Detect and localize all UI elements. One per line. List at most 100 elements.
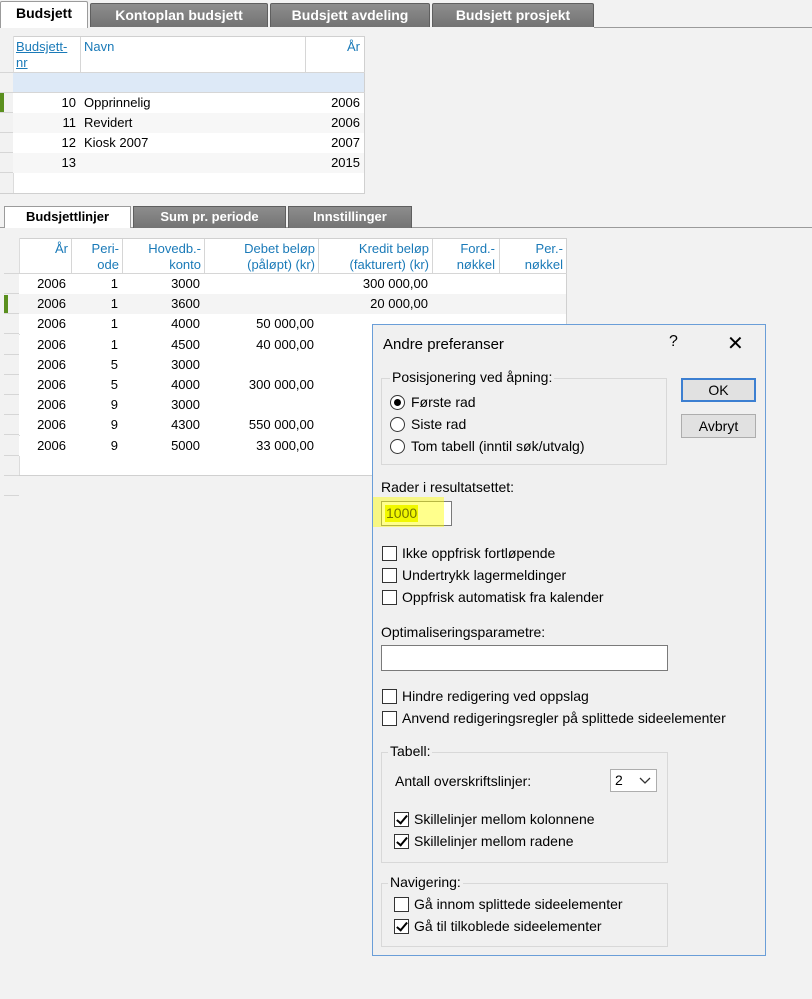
- cell-debet: 300 000,00: [248, 377, 314, 392]
- radio-last-row-label: Siste rad: [411, 416, 467, 432]
- cell-ar: 2006: [37, 437, 66, 453]
- cell-konto: 4300: [171, 417, 200, 433]
- cell-ar: 2006: [37, 397, 66, 413]
- dialog-title: Andre preferanser: [383, 336, 504, 353]
- header-per-nokkel[interactable]: Per.- nøkkel: [501, 241, 563, 273]
- cell-periode: 1: [110, 276, 118, 291]
- cell-nr: 11: [62, 115, 77, 130]
- nav-group-label: Navigering:: [388, 874, 463, 890]
- cell-nr: 12: [61, 135, 76, 150]
- cell-periode: 9: [110, 397, 118, 413]
- cell-nr: 10: [61, 95, 76, 110]
- cell-ar: 2006: [37, 417, 66, 433]
- cell-ar: 2006: [331, 95, 360, 110]
- chk-split-label: Gå innom splittede sideelementer: [414, 896, 623, 912]
- cell-ar: 2015: [331, 155, 360, 170]
- chk-suppress-label: Undertrykk lagermeldinger: [402, 567, 567, 583]
- tab-innstillinger[interactable]: Innstillinger: [288, 206, 412, 228]
- cell-konto: 3000: [171, 356, 200, 372]
- chk-apply-rules[interactable]: [382, 711, 397, 726]
- nav-group: [381, 883, 668, 947]
- cell-navn: Kiosk 2007: [84, 135, 149, 150]
- chk-prevent-edit-label: Hindre redigering ved oppslag: [402, 688, 589, 704]
- chk-prevent-edit[interactable]: [382, 689, 397, 704]
- radio-empty-table[interactable]: [390, 439, 405, 454]
- chevron-down-icon: [639, 777, 651, 784]
- chk-row-lines-label: Skillelinjer mellom radene: [414, 833, 574, 849]
- tab-budsjett[interactable]: Budsjett: [0, 1, 88, 28]
- cell-kredit: 300 000,00: [362, 276, 428, 291]
- cell-kredit: 20 000,00: [370, 296, 428, 312]
- cell-navn: Revidert: [84, 115, 133, 130]
- header-ar[interactable]: År: [310, 39, 360, 55]
- rows-label: Rader i resultatsettet:: [381, 479, 515, 495]
- cell-ar: 2006: [37, 276, 66, 291]
- current-line-marker: [4, 295, 8, 314]
- cell-konto: 5000: [171, 437, 200, 453]
- new-row[interactable]: [13, 73, 364, 92]
- opt-input[interactable]: [381, 645, 668, 671]
- cell-ar: 2007: [331, 135, 360, 150]
- header-ford-nokkel[interactable]: Ford.- nøkkel: [434, 241, 495, 273]
- cell-ar: 2006: [37, 356, 66, 372]
- cell-konto: 4000: [171, 377, 200, 392]
- chk-calendar[interactable]: [382, 590, 397, 605]
- chk-no-refresh-label: Ikke oppfrisk fortløpende: [402, 545, 556, 561]
- cell-periode: 9: [110, 417, 118, 433]
- cell-debet: 33 000,00: [256, 437, 314, 453]
- chk-calendar-label: Oppfrisk automatisk fra kalender: [402, 589, 604, 605]
- radio-first-row[interactable]: [390, 395, 405, 410]
- cell-ar: 2006: [37, 316, 66, 332]
- cell-konto: 3000: [171, 397, 200, 413]
- cell-konto: 3600: [171, 296, 200, 312]
- highlight-marker: [373, 497, 444, 527]
- header-kredit[interactable]: Kredit beløp (fakturert) (kr): [320, 241, 429, 273]
- chk-apply-rules-label: Anvend redigeringsregler på splittede si…: [402, 710, 726, 726]
- chk-split[interactable]: [394, 897, 409, 912]
- header-lines-label: Antall overskriftslinjer:: [395, 773, 532, 789]
- cell-periode: 1: [110, 336, 118, 352]
- chk-linked-label: Gå til tilkoblede sideelementer: [414, 918, 602, 934]
- radio-first-row-label: Første rad: [411, 394, 476, 410]
- chk-col-lines-label: Skillelinjer mellom kolonnene: [414, 811, 595, 827]
- preferences-dialog: Andre preferanser ? ✕ OK Avbryt Posisjon…: [372, 324, 766, 956]
- cell-ar: 2006: [37, 336, 66, 352]
- header-navn[interactable]: Navn: [84, 39, 114, 55]
- cell-periode: 5: [110, 356, 118, 372]
- radio-empty-table-label: Tom tabell (inntil søk/utvalg): [411, 438, 585, 454]
- header-budsjett-nr[interactable]: Budsjett- nr: [16, 39, 78, 71]
- position-group-label: Posisjonering ved åpning:: [390, 369, 555, 385]
- chk-linked[interactable]: [394, 919, 409, 934]
- header-debet[interactable]: Debet beløp (påløpt) (kr): [206, 241, 315, 273]
- tab-kontoplan-budsjett[interactable]: Kontoplan budsjett: [90, 3, 268, 27]
- table-group-label: Tabell:: [388, 743, 433, 759]
- header-lines-ar[interactable]: År: [20, 241, 68, 257]
- top-tab-bar: Budsjett Kontoplan budsjett Budsjett avd…: [0, 0, 812, 28]
- cell-ar: 2006: [331, 115, 360, 130]
- tab-sum-pr-periode[interactable]: Sum pr. periode: [133, 206, 286, 228]
- cell-ar: 2006: [37, 377, 66, 392]
- cancel-button[interactable]: Avbryt: [681, 414, 756, 438]
- cell-konto: 3000: [171, 276, 200, 291]
- cell-debet: 550 000,00: [248, 417, 314, 433]
- help-button[interactable]: ?: [669, 333, 678, 351]
- cell-debet: 50 000,00: [256, 316, 314, 332]
- header-lines-select[interactable]: 2: [610, 769, 657, 792]
- tab-budsjett-avdeling[interactable]: Budsjett avdeling: [270, 3, 430, 27]
- close-icon[interactable]: ✕: [727, 331, 744, 356]
- cell-konto: 4000: [171, 316, 200, 332]
- chk-no-refresh[interactable]: [382, 546, 397, 561]
- cell-ar: 2006: [37, 296, 66, 312]
- radio-last-row[interactable]: [390, 417, 405, 432]
- current-row-marker: [0, 93, 4, 112]
- tab-budsjettlinjer[interactable]: Budsjettlinjer: [4, 206, 131, 228]
- chk-col-lines[interactable]: [394, 812, 409, 827]
- header-hovedb-konto[interactable]: Hovedb.- konto: [124, 241, 201, 273]
- header-periode[interactable]: Peri- ode: [73, 241, 119, 273]
- ok-button[interactable]: OK: [681, 378, 756, 402]
- opt-label: Optimaliseringsparametre:: [381, 624, 546, 640]
- chk-row-lines[interactable]: [394, 834, 409, 849]
- cell-periode: 9: [110, 437, 118, 453]
- tab-budsjett-prosjekt[interactable]: Budsjett prosjekt: [432, 3, 594, 27]
- chk-suppress[interactable]: [382, 568, 397, 583]
